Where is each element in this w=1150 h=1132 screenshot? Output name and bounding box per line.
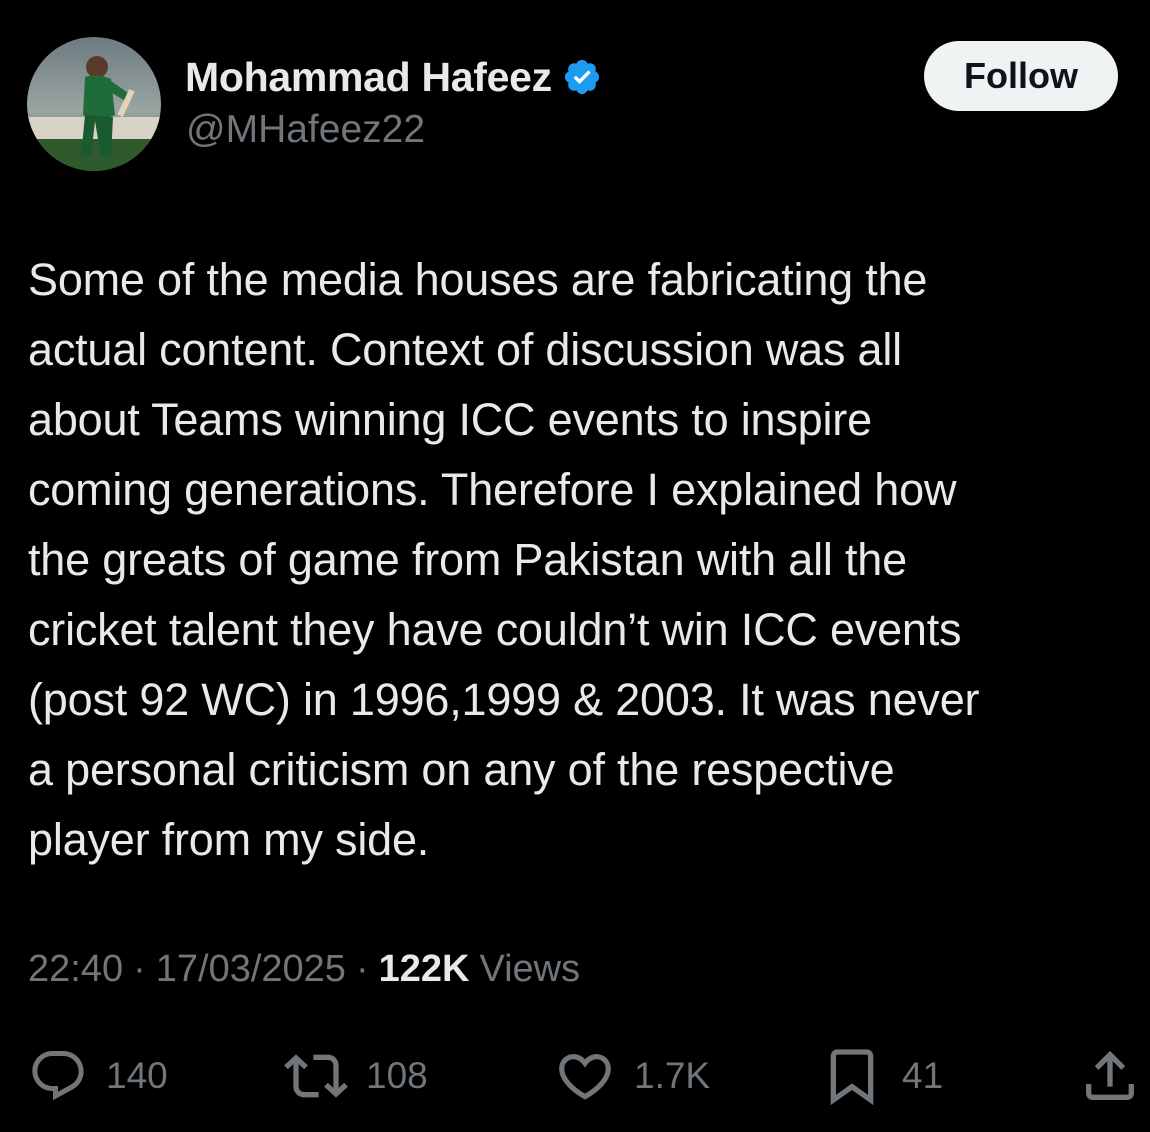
repost-count: 108 [366, 1055, 428, 1096]
share-button[interactable] [1078, 1040, 1142, 1112]
repost-button[interactable]: 108 [284, 1040, 428, 1112]
views-count: 122K [378, 948, 470, 990]
reply-count: 140 [106, 1055, 168, 1096]
verified-badge-icon[interactable] [562, 57, 602, 97]
reply-icon [28, 1046, 88, 1106]
tweet-date[interactable]: 17/03/2025 [156, 948, 346, 991]
tweet-time[interactable]: 22:40 [28, 948, 123, 991]
action-bar: 140 108 1.7K 41 [0, 1040, 1150, 1112]
follow-button[interactable]: Follow [924, 41, 1118, 111]
bookmark-count: 41 [902, 1055, 944, 1096]
bookmark-icon [820, 1044, 884, 1108]
tweet-text: Some of the media houses are fabricating… [28, 254, 980, 865]
repost-icon [284, 1044, 348, 1108]
reply-button[interactable]: 140 [28, 1040, 168, 1112]
heart-icon [554, 1045, 616, 1107]
share-icon [1078, 1044, 1142, 1108]
avatar[interactable] [27, 37, 161, 171]
meta-separator: · [133, 948, 146, 990]
avatar-image [27, 37, 161, 171]
views-label: Views [479, 948, 581, 990]
tweet-meta: 22:40 · 17/03/2025 · 122K Views [28, 948, 580, 991]
bookmark-button[interactable]: 41 [820, 1040, 943, 1112]
author-name-row: Mohammad Hafeez [185, 52, 602, 102]
like-count: 1.7K [634, 1055, 711, 1096]
author-display-name[interactable]: Mohammad Hafeez [185, 54, 552, 101]
author-handle[interactable]: @MHafeez22 [186, 108, 425, 152]
like-button[interactable]: 1.7K [554, 1040, 710, 1112]
meta-separator: · [355, 948, 369, 990]
